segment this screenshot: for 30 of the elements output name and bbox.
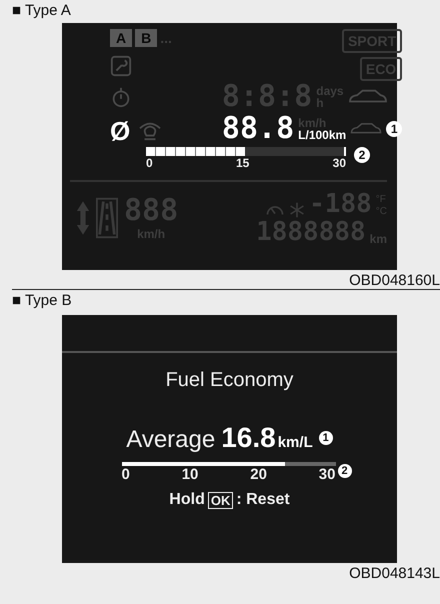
gauge-tick-label: 30 <box>318 466 336 483</box>
callout-number: 1 <box>318 431 333 445</box>
display-title: Fuel Economy <box>166 369 294 392</box>
unit-label: km/L <box>278 434 313 451</box>
fuel-reading: 88.8 <box>222 113 294 145</box>
gauge-tick-label: 0 <box>146 156 153 170</box>
symbol-text: Ø <box>110 117 130 145</box>
callout-number: 2 <box>338 464 352 478</box>
snowflake-icon <box>289 202 306 218</box>
gauge-tick-label: 10 <box>182 466 198 483</box>
figure-label: ■ Type B <box>12 292 72 309</box>
ok-key-label: OK <box>208 492 234 508</box>
fuel-reading: 16.8 <box>221 422 276 454</box>
road-icon <box>96 197 118 239</box>
figure-label: ■ Type A <box>12 2 71 19</box>
gauge-tick-label: 0 <box>122 466 130 483</box>
stopwatch-icon <box>110 85 132 109</box>
unit-label: L/100km <box>298 129 346 141</box>
figure-code: OBD048143L <box>349 565 440 582</box>
callout-number: 2 <box>354 147 370 163</box>
more-indicator: ... <box>160 30 172 46</box>
figure-code: OBD048160L <box>349 272 440 289</box>
average-label: Average <box>126 426 216 454</box>
up-down-arrows-icon <box>76 199 90 237</box>
hold-label: Hold <box>169 491 205 509</box>
gauge-tick-label: 15 <box>236 156 250 170</box>
callout-number: 1 <box>386 121 402 137</box>
gauge-tick-label: 20 <box>250 466 267 483</box>
gauge-tick-label: 30 <box>332 156 346 170</box>
reset-label: : Reset <box>236 491 290 509</box>
